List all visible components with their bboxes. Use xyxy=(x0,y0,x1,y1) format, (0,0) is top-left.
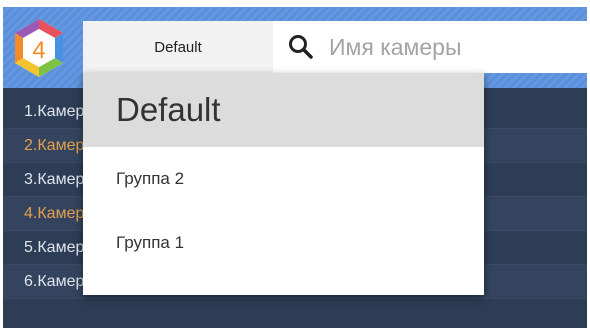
search-icon xyxy=(289,35,313,59)
group-selector-button[interactable]: Default xyxy=(83,21,273,73)
app-logo-icon[interactable]: 4 xyxy=(10,16,68,80)
group-option-group-2[interactable]: Группа 2 xyxy=(83,147,484,211)
group-option-label: Группа 2 xyxy=(116,169,185,188)
camera-search-input[interactable] xyxy=(329,33,569,61)
svg-text:4: 4 xyxy=(32,37,45,64)
group-selector-label: Default xyxy=(154,38,202,56)
group-option-default[interactable]: Default xyxy=(83,73,484,147)
app-window: 4 Default 1.Камера 2.Камера 3.Камера 4.К… xyxy=(3,7,587,328)
group-option-label: Default xyxy=(116,91,221,128)
group-dropdown-menu: Default Группа 2 Группа 1 xyxy=(83,73,484,295)
search-box[interactable] xyxy=(273,21,587,73)
group-option-group-1[interactable]: Группа 1 xyxy=(83,211,484,275)
group-option-label: Группа 1 xyxy=(116,233,185,252)
